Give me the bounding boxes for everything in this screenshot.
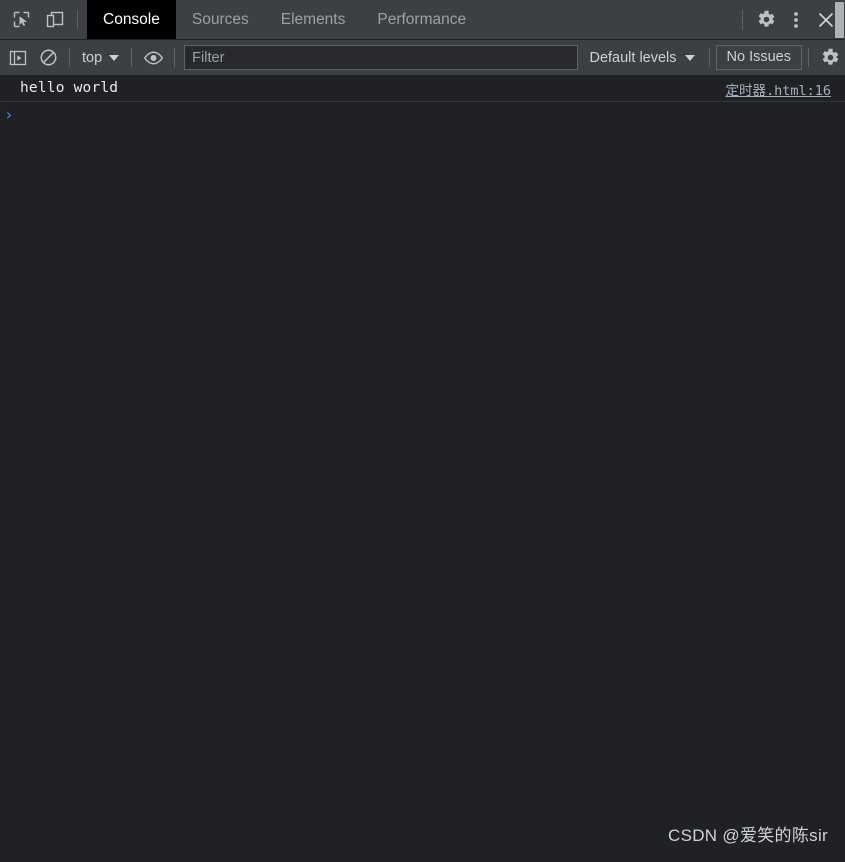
tab-performance[interactable]: Performance bbox=[361, 0, 482, 39]
close-icon bbox=[816, 10, 836, 30]
console-settings-gear-icon bbox=[821, 48, 840, 67]
toolbar-divider-1 bbox=[69, 48, 70, 67]
console-prompt-row[interactable]: › bbox=[0, 102, 845, 128]
clear-console-icon bbox=[39, 48, 58, 67]
toolbar-divider-4 bbox=[708, 48, 710, 67]
tabbar-right-group bbox=[734, 0, 845, 39]
csdn-watermark: CSDN @爱笑的陈sir bbox=[668, 826, 828, 845]
tab-console[interactable]: Console bbox=[87, 0, 176, 39]
console-message-source-link[interactable]: 定时器.html:16 bbox=[725, 79, 831, 99]
console-message-text: hello world bbox=[20, 80, 119, 96]
prompt-chevron-icon: › bbox=[4, 105, 14, 124]
vertical-scrollbar-thumb[interactable] bbox=[835, 2, 844, 38]
more-vertical-icon bbox=[793, 10, 799, 30]
log-levels-selector[interactable]: Default levels bbox=[581, 50, 702, 66]
toggle-device-toolbar-button[interactable] bbox=[38, 0, 71, 39]
console-settings-button[interactable] bbox=[815, 40, 845, 75]
tab-sources-label: Sources bbox=[191, 10, 249, 28]
panel-tabs: Console Sources Elements Performance bbox=[87, 0, 482, 39]
devtools-settings-button[interactable] bbox=[751, 0, 781, 39]
devtools-tabbar: Console Sources Elements Performance bbox=[0, 0, 845, 40]
toolbar-divider-3 bbox=[174, 48, 176, 67]
tab-performance-label: Performance bbox=[377, 10, 467, 28]
console-sidebar-icon bbox=[9, 49, 27, 67]
log-levels-label: Default levels bbox=[589, 49, 677, 66]
chevron-down-icon bbox=[109, 54, 120, 61]
tabbar-right-divider bbox=[742, 9, 743, 30]
context-selector-label: top bbox=[82, 49, 103, 66]
chevron-down-icon bbox=[684, 54, 695, 61]
console-prompt-input[interactable] bbox=[14, 104, 845, 126]
console-message-area[interactable]: hello world 定时器.html:16 › bbox=[0, 75, 845, 862]
device-toolbar-icon bbox=[45, 10, 65, 29]
live-expression-eye-icon bbox=[143, 50, 164, 66]
tab-sources[interactable]: Sources bbox=[176, 0, 265, 39]
console-sidebar-toggle-button[interactable] bbox=[3, 40, 33, 75]
tabbar-divider bbox=[77, 10, 78, 29]
console-message-row[interactable]: hello world 定时器.html:16 bbox=[0, 75, 845, 102]
gear-icon bbox=[757, 10, 776, 29]
console-filter-input[interactable] bbox=[184, 45, 579, 70]
toolbar-divider-5 bbox=[808, 48, 809, 67]
javascript-context-selector[interactable]: top bbox=[76, 50, 125, 66]
toolbar-divider-2 bbox=[131, 48, 133, 67]
console-toolbar: top Default levels No Issues bbox=[0, 40, 845, 138]
tab-elements-label: Elements bbox=[280, 10, 346, 28]
tab-console-label: Console bbox=[103, 10, 160, 28]
issues-counter-button[interactable]: No Issues bbox=[715, 45, 802, 70]
inspect-element-button[interactable] bbox=[5, 0, 38, 39]
clear-console-button[interactable] bbox=[33, 40, 63, 75]
inspect-element-icon bbox=[12, 10, 31, 29]
devtools-more-options-button[interactable] bbox=[781, 0, 811, 39]
create-live-expression-button[interactable] bbox=[138, 40, 168, 75]
tab-elements[interactable]: Elements bbox=[265, 0, 362, 39]
